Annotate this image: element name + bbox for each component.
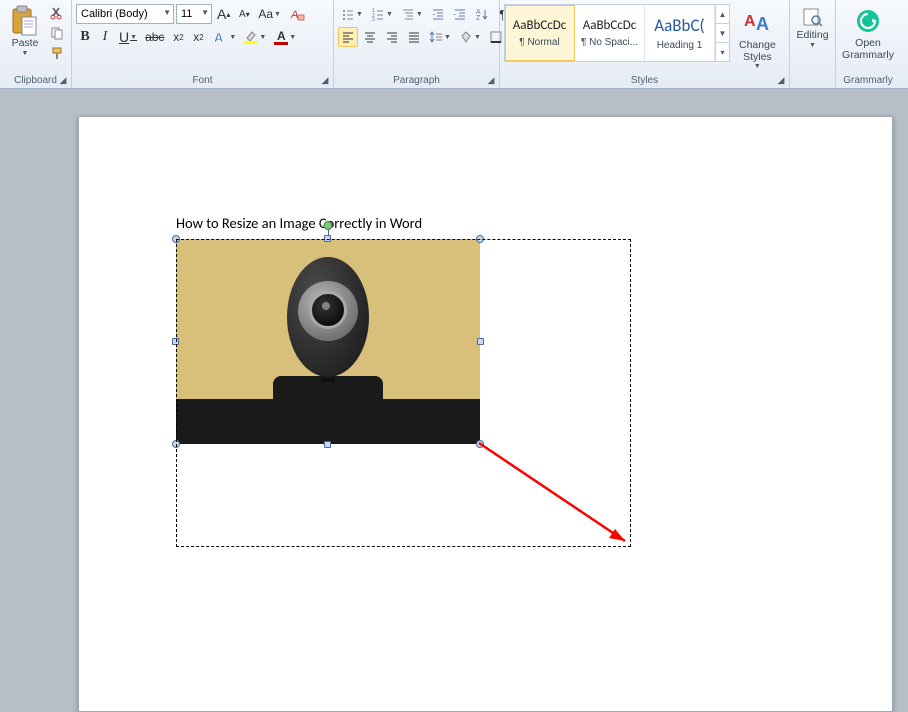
open-grammarly-button[interactable]: OpenGrammarly xyxy=(837,2,899,64)
svg-text:A: A xyxy=(290,9,298,21)
styles-launcher[interactable]: ◢ xyxy=(775,74,787,86)
increase-indent-button[interactable] xyxy=(450,4,470,24)
style-no-spacing[interactable]: AaBbCcDc ¶ No Spaci... xyxy=(575,5,645,61)
selected-image[interactable] xyxy=(176,239,480,444)
resize-handle-t[interactable] xyxy=(324,235,331,242)
group-font: Calibri (Body) ▼ 11 ▼ A▴ A▾ Aa▼ A B I U▼… xyxy=(72,0,334,88)
find-icon xyxy=(801,5,825,29)
font-launcher[interactable]: ◢ xyxy=(319,74,331,86)
clipboard-launcher[interactable]: ◢ xyxy=(57,74,69,86)
page[interactable]: How to Resize an Image Correctly in Word xyxy=(78,116,893,712)
sort-button[interactable]: AZ xyxy=(472,4,492,24)
webcam-image-content xyxy=(176,239,480,444)
multilevel-list-button[interactable]: ▼ xyxy=(398,4,426,24)
svg-text:A: A xyxy=(756,14,769,34)
superscript-button[interactable]: x2 xyxy=(189,27,207,47)
justify-button[interactable] xyxy=(404,27,424,47)
styles-group-label: Styles xyxy=(504,74,785,88)
font-name-value: Calibri (Body) xyxy=(81,8,148,20)
shading-button[interactable]: ▼ xyxy=(456,27,484,47)
font-size-value: 11 xyxy=(181,8,192,20)
editing-button[interactable]: Editing ▼ xyxy=(791,2,833,52)
font-color-button[interactable]: A▼ xyxy=(271,27,299,47)
group-editing: Editing ▼ xyxy=(790,0,836,88)
gallery-down[interactable]: ▼ xyxy=(716,24,729,43)
editing-label: Editing xyxy=(796,30,828,42)
highlight-color-bar xyxy=(244,41,258,44)
svg-text:Z: Z xyxy=(476,15,481,21)
style-gallery: AaBbCcDc ¶ Normal AaBbCcDc ¶ No Spaci...… xyxy=(504,4,730,62)
font-color-bar xyxy=(274,42,288,45)
svg-text:A: A xyxy=(214,30,224,45)
line-spacing-button[interactable]: ▼ xyxy=(426,27,454,47)
shrink-font-button[interactable]: A▾ xyxy=(235,4,253,24)
font-group-label: Font xyxy=(76,74,329,88)
cut-button[interactable] xyxy=(48,4,66,22)
document-heading-text[interactable]: How to Resize an Image Correctly in Word xyxy=(176,214,422,232)
ribbon: Paste ▼ Clipboard ◢ Calibri (B xyxy=(0,0,908,89)
paragraph-launcher[interactable]: ◢ xyxy=(485,74,497,86)
paste-icon xyxy=(9,5,41,37)
subscript-button[interactable]: x2 xyxy=(169,27,187,47)
bullets-button[interactable]: ▼ xyxy=(338,4,366,24)
font-name-combo[interactable]: Calibri (Body) ▼ xyxy=(76,4,174,24)
rotation-handle[interactable] xyxy=(324,221,333,230)
highlight-button[interactable]: ▼ xyxy=(241,27,269,47)
group-paragraph: ▼ 123▼ ▼ AZ ¶ ▼ ▼ ▼ Paragraph ◢ xyxy=(334,0,500,88)
underline-button[interactable]: U▼ xyxy=(116,27,140,47)
group-clipboard: Paste ▼ Clipboard ◢ xyxy=(0,0,72,88)
align-right-button[interactable] xyxy=(382,27,402,47)
resize-handle-br[interactable] xyxy=(476,440,484,448)
text-effects-button[interactable]: A▼ xyxy=(209,27,239,47)
italic-button[interactable]: I xyxy=(96,27,114,47)
drag-arrow-icon xyxy=(477,441,637,553)
numbering-button[interactable]: 123▼ xyxy=(368,4,396,24)
format-painter-button[interactable] xyxy=(48,44,66,62)
resize-handle-bl[interactable] xyxy=(172,440,180,448)
change-styles-button[interactable]: AA ChangeStyles ▼ xyxy=(734,4,781,73)
document-area: How to Resize an Image Correctly in Word xyxy=(0,89,908,712)
svg-text:3: 3 xyxy=(372,17,375,21)
gallery-up[interactable]: ▲ xyxy=(716,5,729,24)
paste-button[interactable]: Paste ▼ xyxy=(4,2,46,60)
resize-handle-b[interactable] xyxy=(324,441,331,448)
change-styles-icon: AA xyxy=(741,7,773,39)
grammarly-icon xyxy=(852,5,884,37)
grammarly-group-label: Grammarly xyxy=(840,74,896,88)
gallery-more[interactable]: ▾ xyxy=(716,43,729,61)
change-case-button[interactable]: Aa▼ xyxy=(255,4,284,24)
style-heading-1[interactable]: AaBbC( Heading 1 xyxy=(645,5,715,61)
paste-label: Paste xyxy=(12,38,39,50)
group-styles: AaBbCcDc ¶ Normal AaBbCcDc ¶ No Spaci...… xyxy=(500,0,790,88)
resize-handle-tr[interactable] xyxy=(476,235,484,243)
resize-handle-tl[interactable] xyxy=(172,235,180,243)
align-center-button[interactable] xyxy=(360,27,380,47)
resize-handle-r[interactable] xyxy=(477,338,484,345)
change-styles-label: ChangeStyles xyxy=(739,40,776,63)
align-left-button[interactable] xyxy=(338,27,358,47)
svg-text:A: A xyxy=(744,13,756,30)
style-normal[interactable]: AaBbCcDc ¶ Normal xyxy=(505,5,575,61)
font-size-combo[interactable]: 11 ▼ xyxy=(176,4,212,24)
grammarly-label: OpenGrammarly xyxy=(842,38,894,61)
editing-group-label xyxy=(794,85,831,88)
strikethrough-button[interactable]: abc xyxy=(142,27,167,47)
group-grammarly: OpenGrammarly Grammarly xyxy=(836,0,900,88)
paragraph-group-label: Paragraph xyxy=(338,74,495,88)
gallery-scroll: ▲ ▼ ▾ xyxy=(715,5,729,61)
clear-formatting-button[interactable]: A xyxy=(286,4,308,24)
bold-button[interactable]: B xyxy=(76,27,94,47)
copy-button[interactable] xyxy=(48,24,66,42)
grow-font-button[interactable]: A▴ xyxy=(214,4,233,24)
resize-handle-l[interactable] xyxy=(172,338,179,345)
decrease-indent-button[interactable] xyxy=(428,4,448,24)
